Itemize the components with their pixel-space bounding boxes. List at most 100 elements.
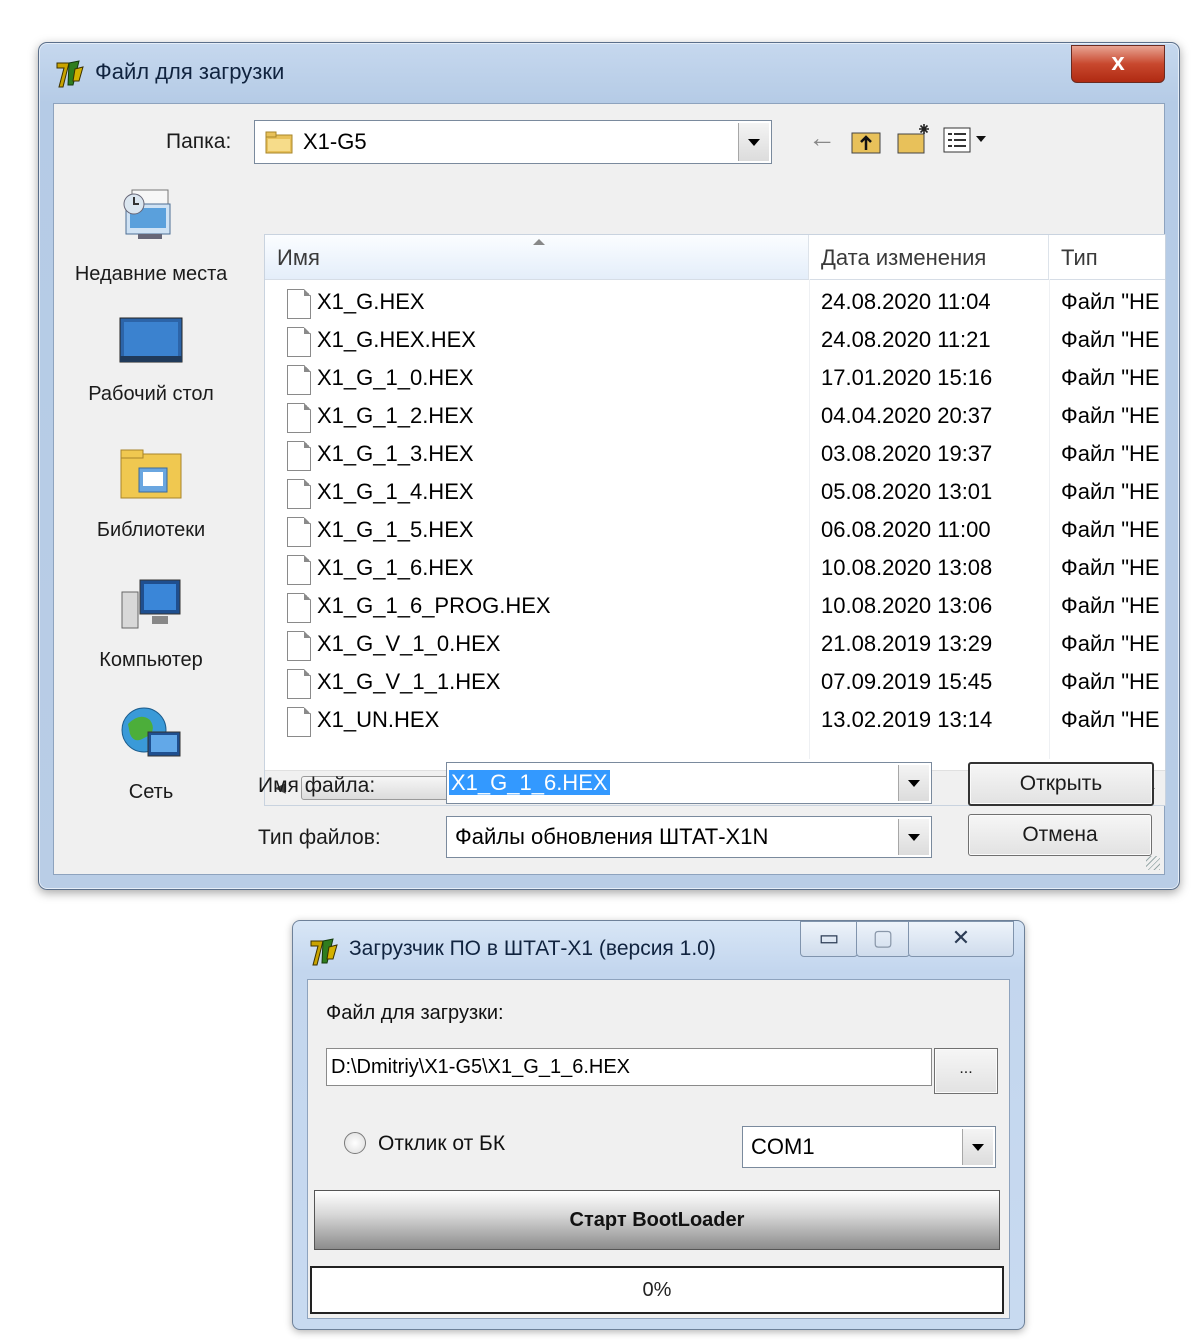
file-row[interactable]: X1_G.HEX 24.08.2020 11:04 Файл "HE: [265, 283, 1165, 321]
place-libraries-label: Библиотеки: [96, 519, 206, 541]
file-type: Файл "HE: [1061, 479, 1160, 504]
file-row[interactable]: X1_G_1_3.HEX 03.08.2020 19:37 Файл "HE: [265, 435, 1165, 473]
file-name: X1_G_1_5.HEX: [317, 517, 474, 542]
file-row[interactable]: X1_G.HEX.HEX 24.08.2020 11:21 Файл "HE: [265, 321, 1165, 359]
filename-dropdown-arrow[interactable]: [898, 765, 929, 801]
folder-dropdown-arrow[interactable]: [738, 123, 769, 161]
filetype-label: Тип файлов:: [258, 826, 381, 849]
app-logo-icon: [310, 938, 338, 966]
dialog-client-area: Папка: X1-G5 ← Недавние места Рабочий ст…: [53, 103, 1166, 875]
file-type: Файл "HE: [1061, 669, 1160, 694]
resize-grip[interactable]: [1146, 856, 1160, 870]
file-list-header: Имя Дата изменения Тип: [265, 235, 1165, 280]
file-list[interactable]: Имя Дата изменения Тип X1_G.HEX 24.08.202…: [264, 234, 1166, 806]
open-button[interactable]: Открыть: [968, 762, 1154, 806]
file-name: X1_G_1_6.HEX: [317, 555, 474, 580]
file-path-input[interactable]: D:\Dmitriy\X1-G5\X1_G_1_6.HEX: [326, 1048, 932, 1086]
loader-client-area: Файл для загрузки: D:\Dmitriy\X1-G5\X1_G…: [307, 979, 1010, 1319]
folder-icon: [265, 131, 293, 154]
place-network[interactable]: Сеть: [66, 704, 236, 805]
filetype-dropdown-arrow[interactable]: [898, 819, 929, 855]
place-recent[interactable]: Недавние места: [66, 186, 236, 287]
filename-label: Имя файла:: [258, 774, 376, 797]
filename-value: X1_G_1_6.HEX: [449, 770, 610, 795]
file-date: 07.09.2019 15:45: [821, 669, 993, 694]
file-name: X1_G_1_4.HEX: [317, 479, 474, 504]
app-logo-icon: [56, 60, 84, 88]
file-type: Файл "HE: [1061, 631, 1160, 656]
desktop-icon: [119, 317, 183, 363]
response-radio-label: Отклик от БК: [378, 1132, 506, 1155]
folder-value: X1-G5: [303, 129, 367, 154]
file-name: X1_G_V_1_1.HEX: [317, 669, 501, 694]
folder-combo[interactable]: X1-G5: [254, 120, 772, 164]
column-date[interactable]: Дата изменения: [809, 235, 1049, 279]
browse-button[interactable]: ...: [934, 1048, 998, 1094]
maximize-button[interactable]: ▢: [856, 921, 910, 957]
dialog-title: Файл для загрузки: [95, 59, 285, 84]
back-icon[interactable]: ←: [808, 122, 836, 154]
file-type: Файл "HE: [1061, 517, 1160, 542]
file-row[interactable]: X1_G_1_4.HEX 05.08.2020 13:01 Файл "HE: [265, 473, 1165, 511]
file-name: X1_G.HEX.HEX: [317, 327, 476, 352]
new-folder-icon[interactable]: [896, 122, 932, 156]
file-icon: [287, 479, 311, 509]
file-name: X1_G_1_3.HEX: [317, 441, 474, 466]
file-icon: [287, 403, 311, 433]
file-type: Файл "HE: [1061, 289, 1160, 314]
open-file-dialog: Файл для загрузки x Папка: X1-G5 ← Недав…: [38, 42, 1180, 890]
file-date: 06.08.2020 11:00: [821, 517, 991, 542]
file-row[interactable]: X1_G_V_1_0.HEX 21.08.2019 13:29 Файл "HE: [265, 625, 1165, 663]
caption-buttons: ▭ ▢ ✕: [800, 921, 1014, 957]
place-computer[interactable]: Компьютер: [66, 576, 236, 673]
file-name: X1_G_1_6_PROG.HEX: [317, 593, 551, 618]
file-icon: [287, 593, 311, 623]
progress-text: 0%: [642, 1279, 672, 1301]
minimize-button[interactable]: ▭: [800, 921, 858, 957]
file-date: 13.02.2019 13:14: [821, 707, 993, 732]
file-row[interactable]: X1_G_1_5.HEX 06.08.2020 11:00 Файл "HE: [265, 511, 1165, 549]
filename-input[interactable]: X1_G_1_6.HEX: [446, 762, 932, 804]
file-icon: [287, 289, 311, 319]
cancel-button[interactable]: Отмена: [968, 814, 1152, 856]
file-row[interactable]: X1_UN.HEX 13.02.2019 13:14 Файл "HE: [265, 701, 1165, 739]
response-radio[interactable]: [344, 1132, 366, 1154]
file-icon: [287, 441, 311, 471]
file-label: Файл для загрузки:: [326, 1002, 504, 1024]
port-select[interactable]: COM1: [742, 1126, 996, 1168]
place-computer-label: Компьютер: [99, 649, 203, 671]
loader-close-button[interactable]: ✕: [908, 921, 1014, 957]
file-type: Файл "HE: [1061, 593, 1160, 618]
file-name: X1_G_V_1_0.HEX: [317, 631, 501, 656]
dialog-close-button[interactable]: x: [1071, 45, 1165, 83]
place-desktop[interactable]: Рабочий стол: [66, 316, 236, 407]
file-row[interactable]: X1_G_V_1_1.HEX 07.09.2019 15:45 Файл "HE: [265, 663, 1165, 701]
file-row[interactable]: X1_G_1_6.HEX 10.08.2020 13:08 Файл "HE: [265, 549, 1165, 587]
file-type: Файл "HE: [1061, 403, 1160, 428]
up-folder-icon[interactable]: [850, 126, 882, 156]
file-type: Файл "HE: [1061, 555, 1160, 580]
file-name: X1_G_1_2.HEX: [317, 403, 474, 428]
file-date: 24.08.2020 11:21: [821, 327, 991, 352]
file-date: 24.08.2020 11:04: [821, 289, 991, 314]
filetype-select[interactable]: Файлы обновления ШТАТ-X1N: [446, 816, 932, 858]
file-type: Файл "HE: [1061, 441, 1160, 466]
network-icon: [121, 707, 181, 757]
file-icon: [287, 669, 311, 699]
port-dropdown-arrow[interactable]: [962, 1129, 993, 1165]
place-desktop-label: Рабочий стол: [88, 383, 214, 405]
place-libraries[interactable]: Библиотеки: [66, 444, 236, 543]
view-menu-icon[interactable]: [942, 126, 988, 154]
file-row[interactable]: X1_G_1_6_PROG.HEX 10.08.2020 13:06 Файл "H…: [265, 587, 1165, 625]
file-name: X1_UN.HEX: [317, 707, 440, 732]
recent-places-icon: [123, 189, 171, 239]
file-row[interactable]: X1_G_1_0.HEX 17.01.2020 15:16 Файл "HE: [265, 359, 1165, 397]
file-date: 05.08.2020 13:01: [821, 479, 993, 504]
sort-ascending-icon: [533, 239, 545, 245]
file-date: 10.08.2020 13:06: [821, 593, 993, 618]
start-bootloader-button[interactable]: Старт BootLoader: [314, 1190, 1000, 1250]
file-row[interactable]: X1_G_1_2.HEX 04.04.2020 20:37 Файл "HE: [265, 397, 1165, 435]
file-icon: [287, 327, 311, 357]
file-type: Файл "HE: [1061, 707, 1160, 732]
column-type[interactable]: Тип: [1049, 235, 1165, 279]
